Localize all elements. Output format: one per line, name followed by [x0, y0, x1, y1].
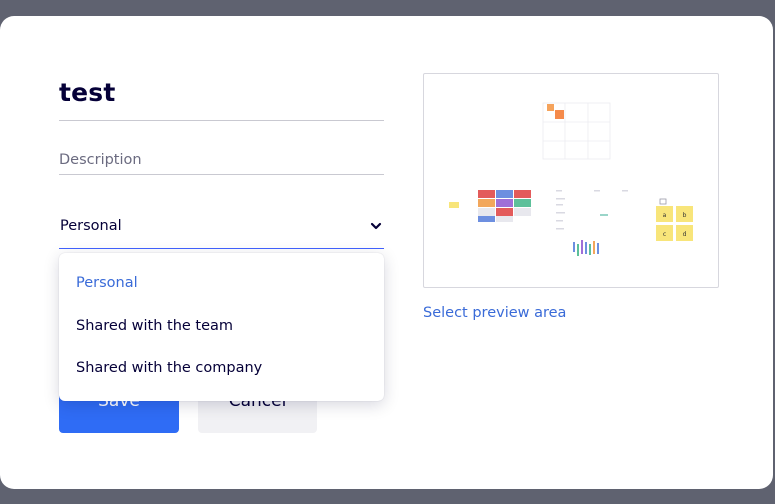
preview-sticky-c: c — [663, 231, 666, 238]
description-input[interactable] — [59, 146, 384, 175]
sharing-dropdown-menu: Personal Shared with the team Shared wit… — [59, 253, 384, 401]
board-settings-modal: test Personal Save Cancel Personal Share… — [0, 16, 773, 489]
sharing-option-company[interactable]: Shared with the company — [76, 360, 262, 376]
sharing-option-team[interactable]: Shared with the team — [76, 318, 233, 334]
preview-sticky-b: b — [683, 212, 687, 219]
title-underline — [59, 120, 384, 121]
board-preview[interactable]: a b c d — [423, 73, 719, 288]
sharing-select[interactable]: Personal — [59, 207, 384, 249]
sharing-select-value: Personal — [60, 218, 122, 234]
board-preview-thumbnail: a b c d — [449, 102, 693, 256]
board-title[interactable]: test — [59, 78, 384, 107]
select-preview-area-link[interactable]: Select preview area — [423, 305, 566, 321]
preview-sticky-d: d — [683, 231, 687, 238]
preview-sticky-a: a — [663, 212, 667, 219]
chevron-down-icon — [370, 222, 382, 230]
sharing-option-personal[interactable]: Personal — [76, 275, 138, 291]
